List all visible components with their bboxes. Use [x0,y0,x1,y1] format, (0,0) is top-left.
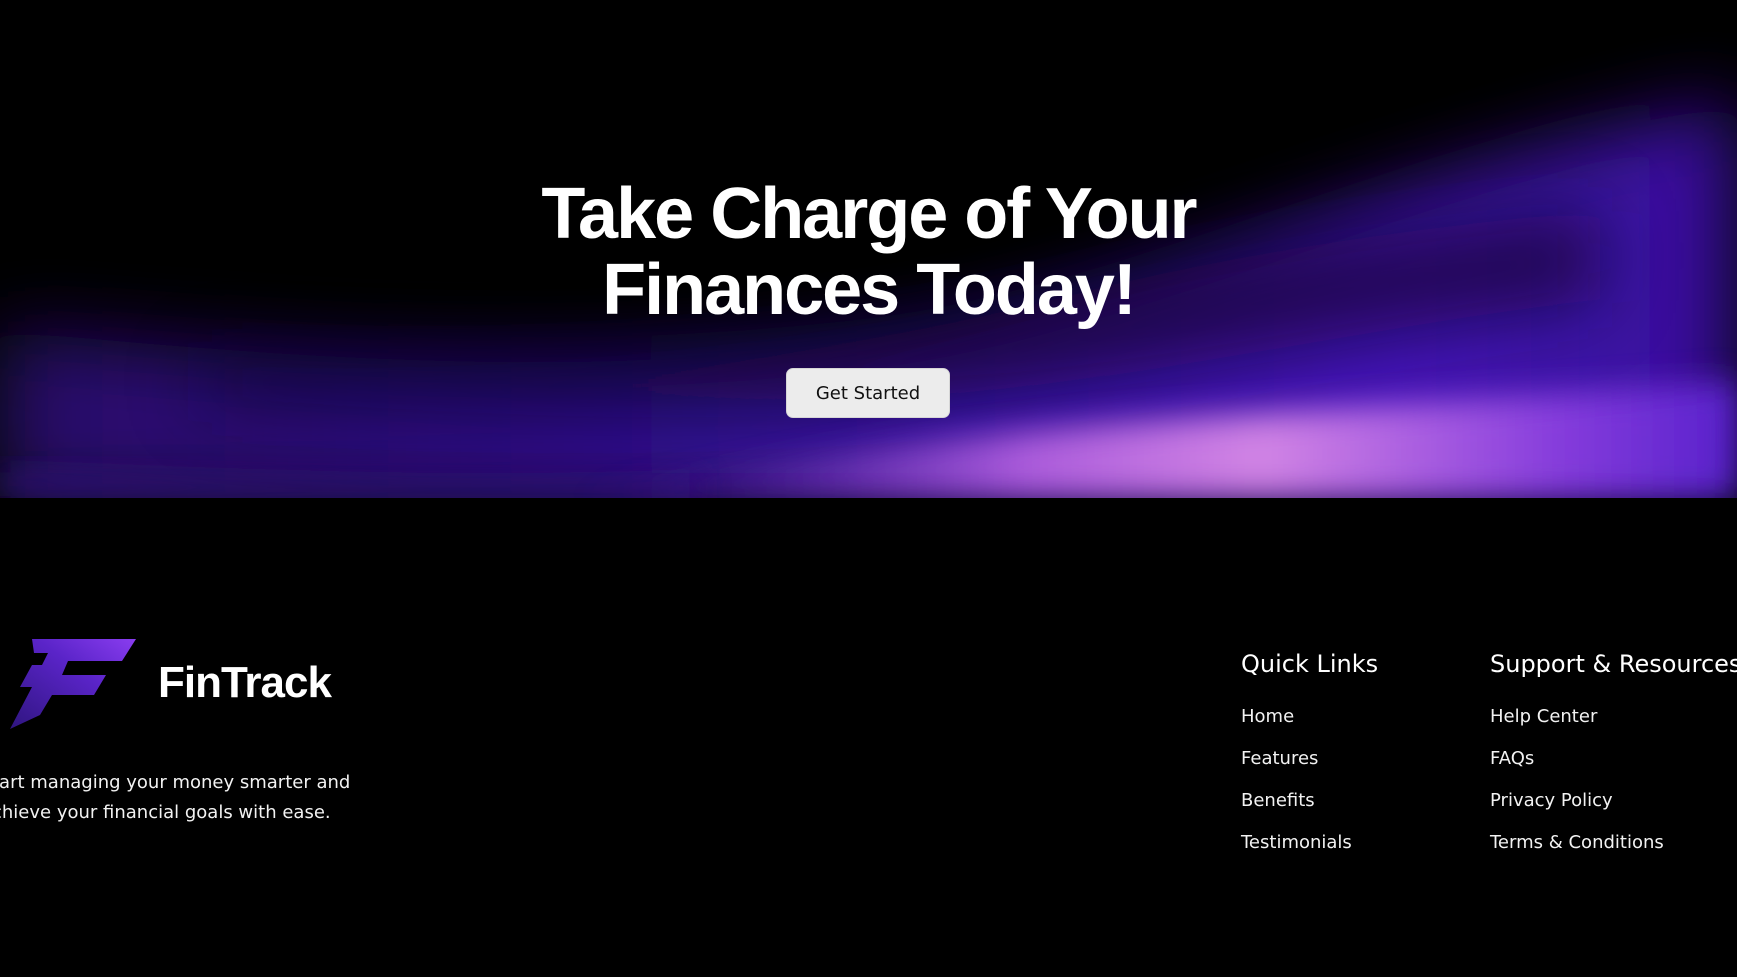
footer-link-terms-conditions[interactable]: Terms & Conditions [1490,832,1737,854]
hero-heading: Take Charge of Your Finances Today! [0,176,1737,328]
footer-link-benefits[interactable]: Benefits [1241,790,1378,812]
brand-name[interactable]: FinTrack [158,658,332,708]
support-resources-heading: Support & Resources [1490,650,1737,678]
footer-link-home[interactable]: Home [1241,706,1378,728]
footer-link-features[interactable]: Features [1241,748,1378,770]
quick-links-column: Quick Links Home Features Benefits Testi… [1241,650,1378,874]
hero-section: Take Charge of Your Finances Today! Get … [0,0,1737,498]
brand-description: tart managing your money smarter and chi… [0,772,351,823]
footer-link-faqs[interactable]: FAQs [1490,748,1737,770]
quick-links-heading: Quick Links [1241,650,1379,678]
footer-link-testimonials[interactable]: Testimonials [1241,832,1378,854]
site-footer: FinTrack tart managing your money smarte… [0,498,1737,977]
hero-heading-line2: Finances Today! [602,250,1137,330]
hero-heading-line1: Take Charge of Your [541,174,1197,254]
footer-link-help-center[interactable]: Help Center [1490,706,1737,728]
support-resources-column: Support & Resources Help Center FAQs Pri… [1490,650,1737,874]
footer-link-privacy-policy[interactable]: Privacy Policy [1490,790,1737,812]
get-started-button[interactable]: Get Started [786,368,950,418]
fintrack-logo-icon[interactable] [10,635,136,729]
